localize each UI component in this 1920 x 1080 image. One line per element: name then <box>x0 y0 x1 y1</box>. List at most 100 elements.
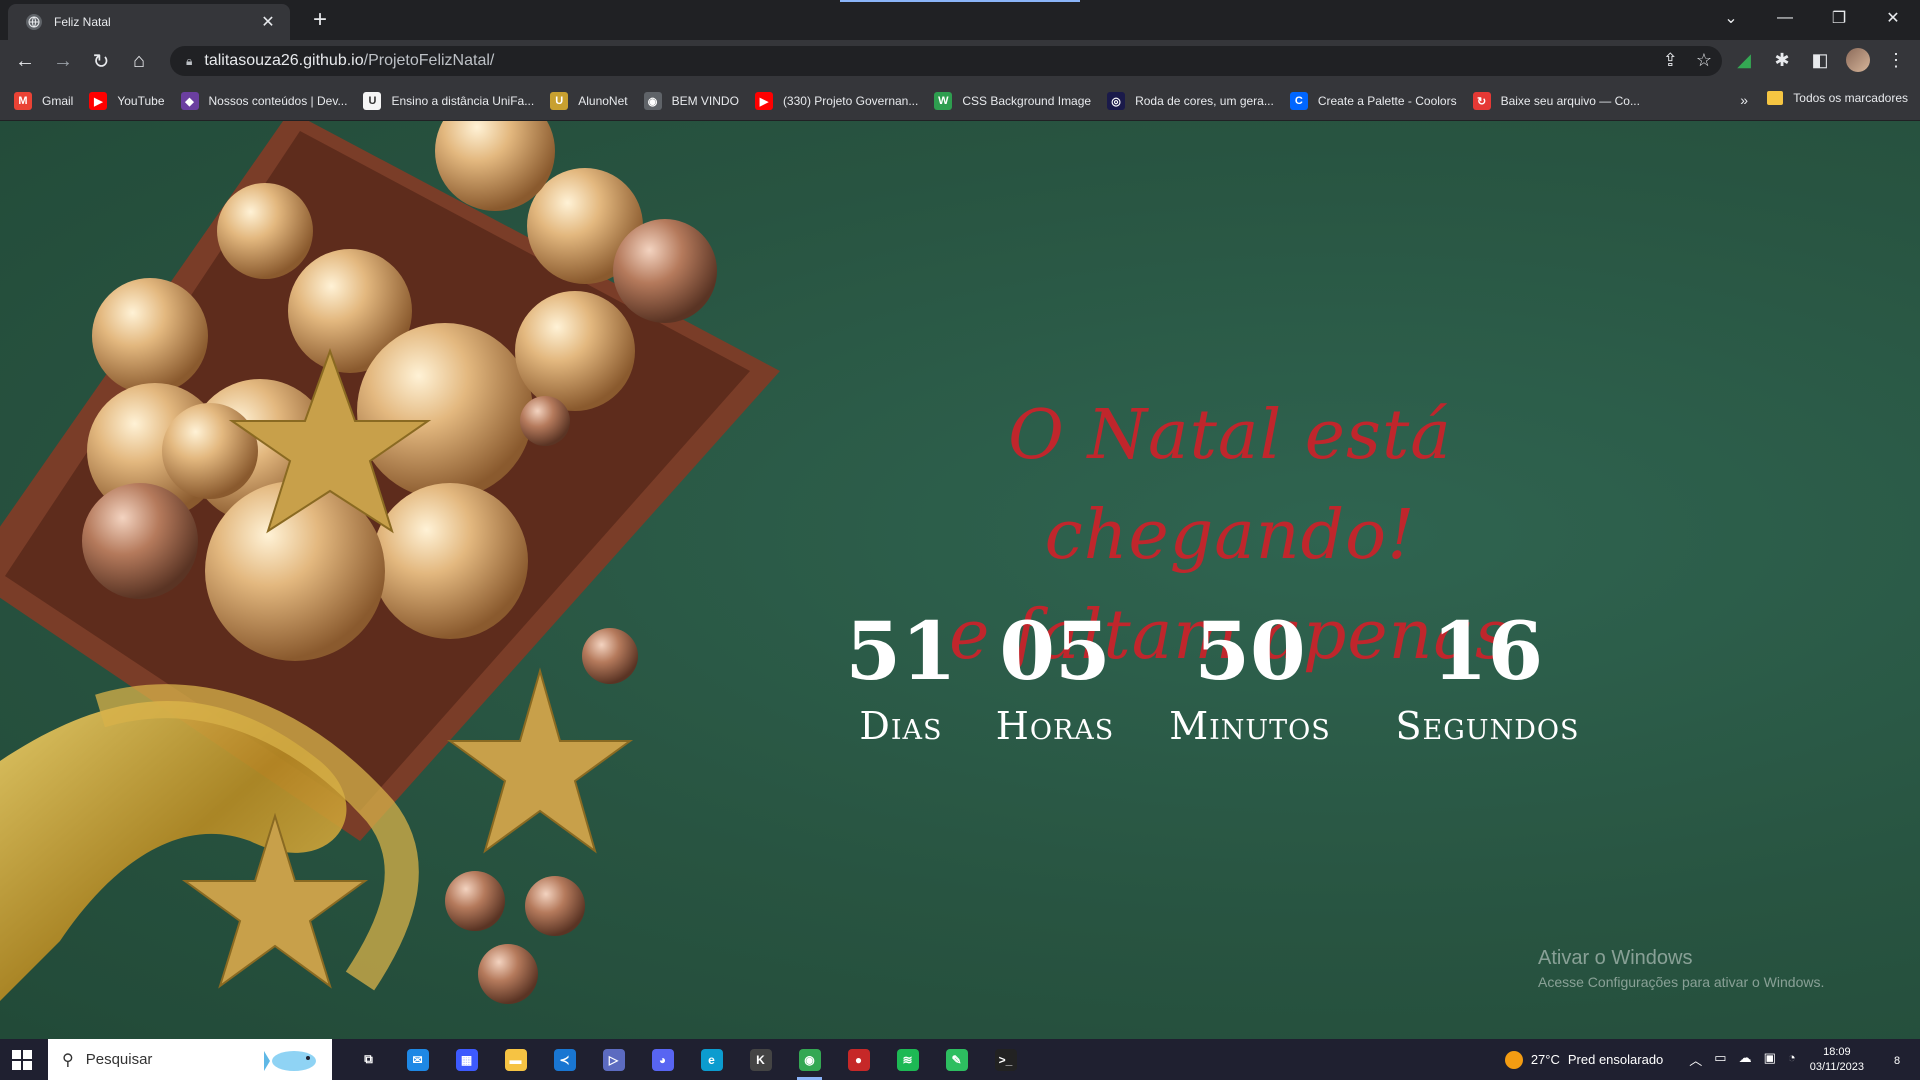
countdown-hours: 05 Horas <box>980 606 1130 748</box>
close-window-button[interactable]: ✕ <box>1866 0 1920 36</box>
globe-icon <box>26 14 42 30</box>
countdown: 51 Dias 05 Horas 50 Minutos 16 Segundos <box>840 604 1620 748</box>
taskbar: ⚲ Pesquisar ⧉ ✉ ▦ ▬ ≺ ▷ ◕ e K ◉ ● ≋ ✎ >_ 27°C Pred en… <box>0 1039 1920 1080</box>
countdown-minutes-value: 50 <box>1194 604 1306 698</box>
chevron-up-icon[interactable]: ︿ <box>1689 1050 1702 1069</box>
bookmark-item[interactable]: M Gmail <box>14 92 73 110</box>
extensions-puzzle-icon[interactable]: ✱ <box>1770 48 1794 72</box>
windows-activation-watermark: Ativar o Windows Acesse Configurações pa… <box>1538 947 1824 990</box>
menu-kebab-icon[interactable]: ⋮ <box>1884 48 1908 72</box>
discord-icon[interactable]: ◕ <box>638 1039 687 1080</box>
extension-app-icon[interactable]: ◢ <box>1732 48 1756 72</box>
bookmark-item[interactable]: W CSS Background Image <box>934 92 1091 110</box>
bookmark-label: Nossos conteúdos | Dev... <box>208 94 348 108</box>
bookmark-favicon-icon: U <box>550 92 569 110</box>
bookmark-label: AlunoNet <box>578 94 628 108</box>
task-view-icon[interactable]: ⧉ <box>344 1039 393 1080</box>
device-icon[interactable]: ▣ <box>1764 1050 1776 1069</box>
edge-icon[interactable]: e <box>687 1039 736 1080</box>
clock[interactable]: 18:09 03/11/2023 <box>1810 1045 1864 1075</box>
mail-icon[interactable]: ✉ <box>393 1039 442 1080</box>
bookmark-favicon-icon: ▶ <box>754 92 773 110</box>
forward-icon[interactable]: → <box>50 48 76 74</box>
file-explorer-icon[interactable]: ▬ <box>491 1039 540 1080</box>
battery-icon[interactable]: ▭ <box>1714 1050 1726 1069</box>
new-tab-button[interactable]: + <box>306 6 334 34</box>
bookmarks-overflow-icon[interactable]: » <box>1740 92 1748 108</box>
taskbar-search-input[interactable]: ⚲ Pesquisar <box>48 1039 332 1080</box>
terminal-icon[interactable]: >_ <box>981 1039 1030 1080</box>
address-bar: ← → ↻ ⌂ 🔒︎ talitasouza26.github.io/Proje… <box>0 40 1920 82</box>
countdown-seconds-value: 16 <box>1431 604 1544 698</box>
bookmark-item[interactable]: ◉ BEM VINDO <box>643 92 739 110</box>
reload-icon[interactable]: ↻ <box>88 48 114 74</box>
windows-start-icon[interactable] <box>12 1050 32 1070</box>
search-placeholder: Pesquisar <box>85 1051 153 1068</box>
home-icon[interactable]: ⌂ <box>126 48 152 74</box>
bookmark-favicon-icon: C <box>1289 92 1308 110</box>
taskbar-app-glyph: ✎ <box>945 1048 968 1071</box>
bookmark-item[interactable]: U Ensino a distância UniFa... <box>363 92 534 110</box>
taskbar-app-glyph: K <box>749 1048 772 1071</box>
bookmark-item[interactable]: C Create a Palette - Coolors <box>1289 92 1457 110</box>
vscode-icon[interactable]: ≺ <box>540 1039 589 1080</box>
notification-center-icon[interactable]: 8 <box>1882 1051 1912 1069</box>
folder-icon <box>1767 91 1784 105</box>
weather-widget[interactable]: 27°C Pred ensolarado <box>1504 1050 1663 1069</box>
taskbar-app-glyph: ⧉ <box>364 1052 373 1066</box>
watermark-title: Ativar o Windows <box>1538 947 1693 969</box>
all-bookmarks-button[interactable]: Todos os marcadores <box>1767 91 1908 105</box>
taskbar-app-glyph: ▦ <box>455 1048 478 1071</box>
bookmark-item[interactable]: ▶ YouTube <box>89 92 165 110</box>
share-icon[interactable]: ⇪ <box>1663 50 1678 71</box>
minimize-button[interactable]: — <box>1758 0 1812 36</box>
clock-time: 18:09 <box>1823 1045 1851 1058</box>
spotify-icon[interactable]: ≋ <box>883 1039 932 1080</box>
chrome-icon[interactable]: ◉ <box>785 1039 834 1080</box>
search-highlight-icon <box>264 1051 316 1071</box>
countdown-seconds: 16 Segundos <box>1375 606 1600 748</box>
bookmark-item[interactable]: U AlunoNet <box>550 92 628 110</box>
k-app-icon[interactable]: K <box>736 1039 785 1080</box>
bookmark-label: YouTube <box>117 94 165 108</box>
cloud-icon[interactable]: ☁ <box>1739 1050 1752 1069</box>
taskbar-app-glyph: ✉ <box>406 1048 429 1071</box>
bookmark-item[interactable]: ↻ Baixe seu arquivo — Co... <box>1472 92 1640 110</box>
bookmark-label: BEM VINDO <box>671 94 739 108</box>
record-icon[interactable]: ● <box>834 1039 883 1080</box>
headline-line-1: O Natal está chegando! <box>1008 396 1452 575</box>
weather-sun-icon <box>1504 1050 1523 1069</box>
tab-search-icon[interactable]: ⌄ <box>1704 0 1758 36</box>
tray-icons: ︿ ▭ ☁ ▣ ◔ <box>1689 1050 1795 1069</box>
store-icon[interactable]: ▦ <box>442 1039 491 1080</box>
clock-date: 03/11/2023 <box>1809 1060 1864 1073</box>
evernote-icon[interactable]: ✎ <box>932 1039 981 1080</box>
restore-button[interactable]: ❐ <box>1812 0 1866 36</box>
all-bookmarks-label: Todos os marcadores <box>1793 91 1908 105</box>
countdown-hours-label: Horas <box>995 704 1115 748</box>
url-input[interactable]: 🔒︎ talitasouza26.github.io/ProjetoFelizN… <box>170 46 1722 76</box>
tab-title: Feliz Natal <box>54 15 111 29</box>
taskbar-app-glyph: e <box>700 1048 723 1071</box>
christmas-ornaments-image <box>0 121 780 1004</box>
profile-avatar[interactable] <box>1846 48 1870 72</box>
bookmark-favicon-icon: ↻ <box>1472 92 1491 110</box>
media-icon[interactable]: ▷ <box>589 1039 638 1080</box>
bookmark-item[interactable]: ◎ Roda de cores, um gera... <box>1107 92 1274 110</box>
close-tab-icon[interactable]: ✕ <box>258 12 278 32</box>
bookmark-favicon-icon: ◉ <box>643 92 662 110</box>
bookmark-label: Roda de cores, um gera... <box>1135 94 1274 108</box>
bookmark-star-icon[interactable]: ☆ <box>1696 50 1712 71</box>
wifi-icon[interactable]: ◔ <box>1788 1050 1796 1069</box>
back-icon[interactable]: ← <box>12 48 38 74</box>
bookmark-item[interactable]: ▶ (330) Projeto Governan... <box>754 92 918 110</box>
countdown-days-value: 51 <box>845 604 957 698</box>
bookmarks-bar: M Gmail ▶ YouTube ◆ Nossos conteúdos | Dev...… <box>0 82 1920 121</box>
tab-feliz-natal[interactable]: Feliz Natal ✕ <box>8 4 290 40</box>
taskbar-app-glyph: >_ <box>994 1048 1017 1071</box>
bookmark-item[interactable]: ◆ Nossos conteúdos | Dev... <box>180 92 348 110</box>
bookmark-label: Ensino a distância UniFa... <box>391 94 535 108</box>
taskbar-app-glyph: ▷ <box>602 1048 625 1071</box>
countdown-hours-value: 05 <box>999 604 1111 698</box>
side-panel-icon[interactable]: ◧ <box>1808 48 1832 72</box>
